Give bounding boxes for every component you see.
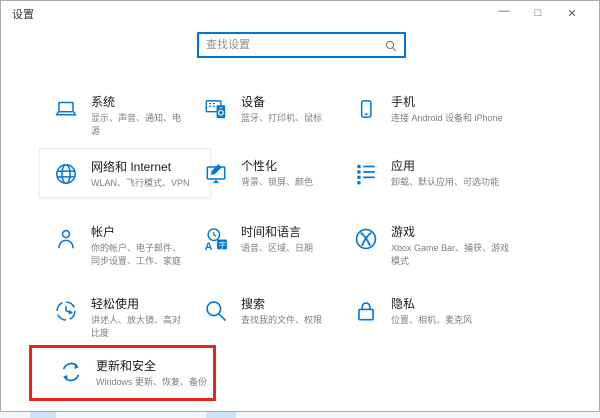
category-ease-of-access[interactable]: 轻松使用 讲述人、放大镜、高对比度 (39, 287, 189, 351)
window-title: 设置 (12, 6, 34, 22)
minimize-button[interactable]: — (487, 1, 521, 25)
category-network[interactable]: 网络和 Internet WLAN、飞行模式、VPN (39, 148, 211, 198)
category-subtitle: 背景、锁屏、颜色 (241, 176, 339, 189)
category-title: 手机 (391, 95, 515, 110)
svg-text:A: A (205, 241, 213, 252)
category-subtitle: 语音、区域、日期 (241, 242, 339, 255)
category-time-language[interactable]: A 字 时间和语言 语音、区域、日期 (189, 215, 339, 287)
category-subtitle: 讲述人、放大镜、高对比度 (91, 314, 189, 340)
category-subtitle: 连接 Android 设备和 iPhone (391, 112, 515, 125)
clock-language-icon: A 字 (203, 226, 229, 252)
apps-list-icon (353, 160, 379, 186)
personalization-icon (203, 160, 229, 186)
category-title: 轻松使用 (91, 297, 189, 312)
category-title: 隐私 (391, 297, 515, 312)
search-box (197, 32, 406, 58)
category-devices[interactable]: 设备 蓝牙、打印机、鼠标 (189, 85, 339, 149)
category-title: 时间和语言 (241, 225, 339, 240)
category-subtitle: 蓝牙、打印机、鼠标 (241, 112, 339, 125)
category-subtitle: 查找我的文件、权限 (241, 314, 339, 327)
category-accounts[interactable]: 帐户 你的帐户、电子邮件、同步设置、工作、家庭 (39, 215, 189, 287)
close-button[interactable]: ✕ (555, 1, 589, 25)
category-personalization[interactable]: 个性化 背景、锁屏、颜色 (189, 149, 339, 215)
category-title: 更新和安全 (96, 359, 213, 374)
category-apps[interactable]: 应用 卸载、默认应用、可选功能 (339, 149, 519, 215)
category-subtitle: 卸载、默认应用、可选功能 (391, 176, 515, 189)
laptop-icon (53, 96, 79, 122)
window-frame: 设置 — □ ✕ 系统 (0, 0, 600, 412)
category-privacy[interactable]: 隐私 位置、相机、麦克风 (339, 287, 519, 351)
devices-icon (203, 96, 229, 122)
category-title: 应用 (391, 159, 515, 174)
category-gaming[interactable]: 游戏 Xbox Game Bar、捕获、游戏模式 (339, 215, 519, 287)
category-title: 帐户 (91, 225, 189, 240)
category-title: 系统 (91, 95, 189, 110)
search-icon (385, 39, 397, 51)
phone-icon (353, 96, 379, 122)
globe-icon (53, 161, 79, 187)
category-subtitle: 显示、声音、通知、电源 (91, 112, 189, 138)
category-phone[interactable]: 手机 连接 Android 设备和 iPhone (339, 85, 519, 149)
minimize-icon: — (499, 5, 510, 17)
category-update-security highlight-box[interactable]: 更新和安全 Windows 更新、恢复、备份 (29, 345, 216, 401)
maximize-button[interactable]: □ (521, 1, 555, 25)
category-subtitle: Windows 更新、恢复、备份 (96, 376, 213, 389)
category-search[interactable]: 搜索 查找我的文件、权限 (189, 287, 339, 351)
category-title: 设备 (241, 95, 339, 110)
person-icon (53, 226, 79, 252)
category-title: 个性化 (241, 159, 339, 174)
category-subtitle: Xbox Game Bar、捕获、游戏模式 (391, 242, 515, 268)
category-grid: 系统 显示、声音、通知、电源 设备 蓝牙、打印机、 (39, 85, 519, 351)
settings-window: 设置 — □ ✕ 系统 (0, 0, 600, 418)
xbox-icon (353, 226, 379, 252)
search-category-icon (203, 298, 229, 324)
desktop-sliver-accent (206, 412, 236, 418)
category-subtitle: 位置、相机、麦克风 (391, 314, 515, 327)
desktop-sliver-accent (30, 412, 56, 418)
search-input[interactable] (199, 34, 384, 56)
window-controls: — □ ✕ (487, 1, 589, 25)
titlebar: 设置 — □ ✕ (1, 1, 599, 25)
lock-icon (353, 298, 379, 324)
ease-of-access-icon (53, 298, 79, 324)
category-subtitle: 你的帐户、电子邮件、同步设置、工作、家庭 (91, 242, 189, 268)
close-icon: ✕ (567, 7, 576, 20)
category-title: 搜索 (241, 297, 339, 312)
svg-text:字: 字 (218, 240, 226, 250)
sync-icon (58, 359, 84, 385)
category-system[interactable]: 系统 显示、声音、通知、电源 (39, 85, 189, 149)
category-title: 游戏 (391, 225, 515, 240)
maximize-icon: □ (535, 7, 542, 19)
desktop-sliver (0, 412, 600, 418)
